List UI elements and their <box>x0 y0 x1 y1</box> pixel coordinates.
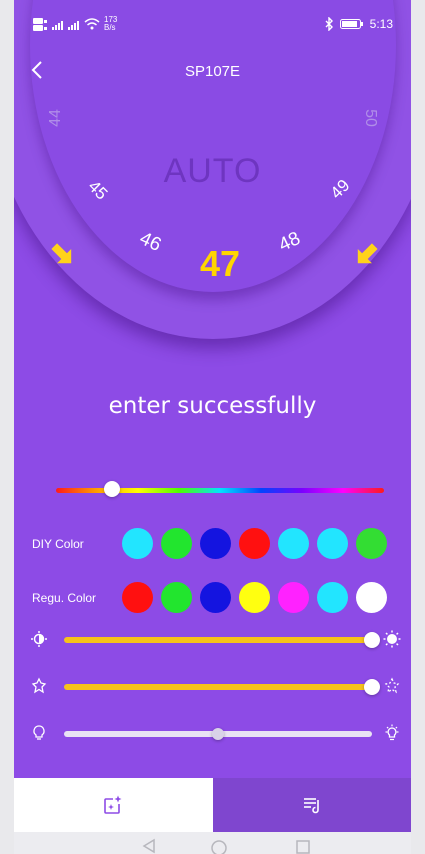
speed-slow-icon <box>31 677 47 694</box>
white-light-slider-knob[interactable] <box>212 728 224 740</box>
music-tab[interactable] <box>212 778 411 832</box>
hue-slider-knob[interactable] <box>103 481 120 497</box>
page-title: SP107E <box>184 63 241 80</box>
diy-color-swatch[interactable] <box>200 528 231 559</box>
app-view: 44 45 46 47 48 49 50 AUTO 173 B/s 5:13 S… <box>14 0 411 778</box>
right-arrow-icon[interactable] <box>351 239 382 270</box>
battery-icon <box>339 19 363 29</box>
regu-color-swatch[interactable] <box>356 582 387 613</box>
speed-slider-knob[interactable] <box>364 679 380 695</box>
phone-screen: 44 45 46 47 48 49 50 AUTO 173 B/s 5:13 S… <box>14 0 411 854</box>
brightness-low-icon <box>31 631 47 647</box>
regu-color-swatch[interactable] <box>278 582 309 613</box>
bulb-off-icon <box>33 725 45 740</box>
status-time: 5:13 <box>369 17 393 31</box>
brightness-slider-knob[interactable] <box>364 632 380 648</box>
signal-2-icon <box>68 19 80 30</box>
regu-color-swatch[interactable] <box>161 582 192 613</box>
status-bar: 173 B/s 5:13 <box>14 0 411 38</box>
dial-number-44: 44 <box>47 109 64 127</box>
sparkle-image-icon <box>104 795 122 814</box>
brightness-slider[interactable] <box>64 632 380 648</box>
mode-label: AUTO <box>163 152 262 190</box>
signal-1-icon <box>52 19 64 30</box>
diy-color-label: DIY Color <box>32 537 84 551</box>
system-nav-bar <box>14 832 411 854</box>
dial-number-48: 48 <box>276 228 304 256</box>
app-header: SP107E <box>14 52 411 88</box>
bluetooth-icon <box>325 17 333 31</box>
brightness-high-icon <box>383 630 401 648</box>
speed-slider[interactable] <box>64 679 380 695</box>
regu-color-swatches <box>122 582 387 613</box>
diy-color-swatch[interactable] <box>161 528 192 559</box>
dial-number-46: 46 <box>136 228 164 256</box>
wifi-icon <box>84 18 100 30</box>
effects-tab[interactable] <box>14 778 213 832</box>
status-message: enter successfully <box>108 393 317 419</box>
sim-icon <box>33 18 47 31</box>
dial-number-47: 47 <box>200 243 240 284</box>
nav-back-icon[interactable] <box>142 838 155 854</box>
bulb-on-icon <box>385 724 399 741</box>
left-arrow-icon[interactable] <box>47 239 78 270</box>
network-speed: 173 B/s <box>104 15 118 32</box>
diy-color-swatches <box>122 528 387 559</box>
music-list-icon <box>303 798 319 814</box>
diy-color-swatch[interactable] <box>239 528 270 559</box>
regu-color-swatch[interactable] <box>239 582 270 613</box>
diy-color-swatch[interactable] <box>317 528 348 559</box>
regu-color-label: Regu. Color <box>32 591 97 605</box>
bottom-tab-bar <box>14 778 411 832</box>
regu-color-swatch[interactable] <box>317 582 348 613</box>
nav-home-icon[interactable] <box>211 840 227 854</box>
regu-color-swatch[interactable] <box>200 582 231 613</box>
white-light-slider[interactable] <box>64 728 372 740</box>
diy-color-swatch[interactable] <box>122 528 153 559</box>
speed-fast-icon <box>384 677 400 694</box>
diy-color-swatch[interactable] <box>278 528 309 559</box>
system-nav-icons <box>142 838 310 854</box>
nav-recents-icon[interactable] <box>296 840 310 854</box>
diy-color-swatch[interactable] <box>356 528 387 559</box>
dial-number-50: 50 <box>362 109 379 127</box>
regu-color-swatch[interactable] <box>122 582 153 613</box>
